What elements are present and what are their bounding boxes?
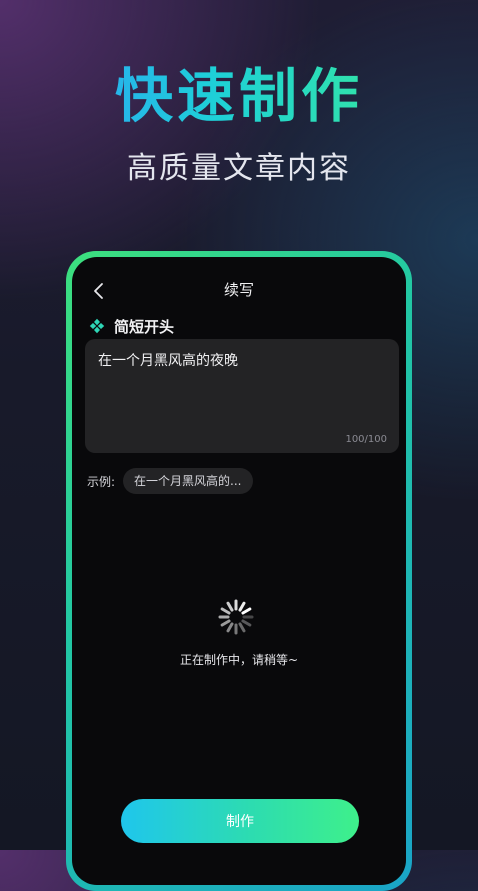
spinner-spoke [220, 619, 231, 627]
example-label: 示例: [87, 474, 116, 489]
sparkle-diamond-icon [89, 318, 105, 334]
loading-message: 正在制作中，请稍等~ [179, 653, 299, 667]
spinner-spoke [226, 622, 234, 633]
spinner-spoke [241, 619, 252, 627]
input-value: 在一个月黑风高的夜晚 [98, 353, 238, 369]
loading-spinner-icon [218, 599, 254, 635]
section-label: 简短开头 [114, 317, 175, 336]
character-counter: 100/100 [345, 434, 387, 445]
page-title: 续写 [223, 281, 254, 299]
spinner-spoke [241, 607, 252, 615]
spinner-spoke [226, 601, 234, 612]
make-button[interactable]: 制作 [121, 799, 359, 843]
phone-mockup-frame: 续写 简短开头 在一个月黑风高的夜晚 100/100 示例: 在一个月黑风高的.… [66, 251, 412, 891]
example-row: 示例: 在一个月黑风高的... [87, 467, 253, 495]
section-header: 简短开头 [89, 315, 174, 337]
example-chip[interactable]: 在一个月黑风高的... [123, 468, 253, 494]
spinner-spoke [238, 622, 246, 633]
app-screen: 续写 简短开头 在一个月黑风高的夜晚 100/100 示例: 在一个月黑风高的.… [72, 257, 406, 885]
spinner-spoke [238, 601, 246, 612]
hero-subtitle: 高质量文章内容 [127, 151, 351, 186]
hero-title: 快速制作 [0, 56, 478, 136]
spinner-spoke [220, 607, 231, 615]
opening-text-input[interactable]: 在一个月黑风高的夜晚 100/100 [85, 339, 399, 453]
